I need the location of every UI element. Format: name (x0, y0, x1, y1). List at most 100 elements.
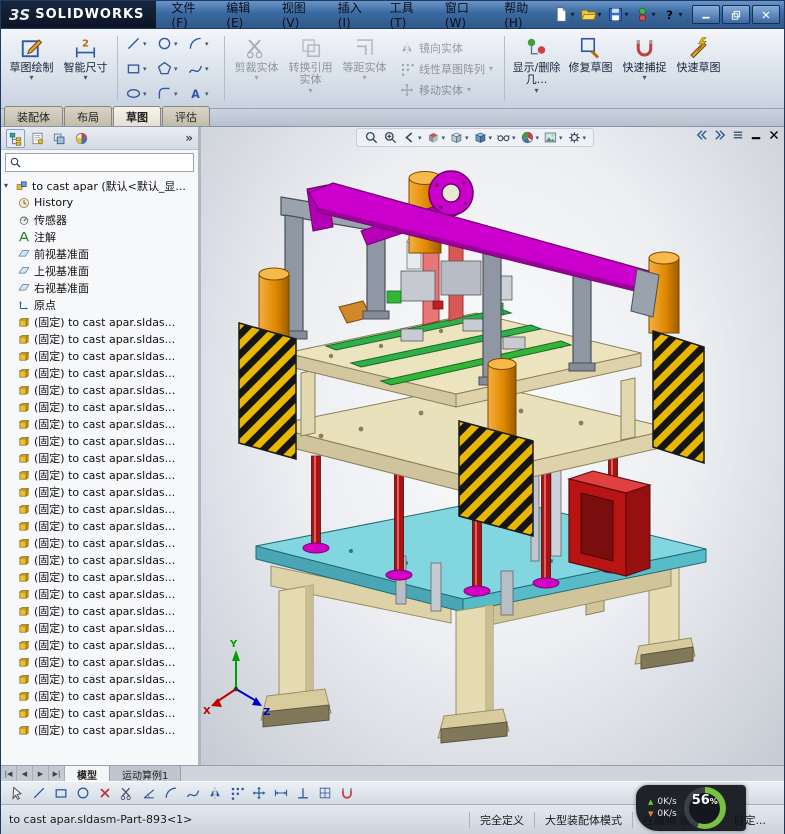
tree-item-fixed-component[interactable]: (固定) to cast apar.sldas... (4, 721, 198, 738)
tree-item-fixed-component[interactable]: (固定) to cast apar.sldas... (4, 619, 198, 636)
pane-menu-button[interactable] (731, 128, 745, 142)
move-entities-button[interactable]: 移动实体 ▾ (399, 82, 493, 98)
tree-item-fixed-component[interactable]: (固定) to cast apar.sldas... (4, 517, 198, 534)
trim-tool-button[interactable] (119, 785, 135, 801)
menu-item-4[interactable]: 插入(I) (329, 0, 381, 34)
tab-scroll-3[interactable]: ▶ (33, 766, 49, 781)
close-button[interactable] (752, 5, 780, 24)
display-delete-relations-button[interactable]: 显示/删除几... ▾ (510, 31, 563, 106)
edit-appearance-button[interactable]: ▾ (520, 130, 539, 145)
move-tool-button[interactable] (251, 785, 267, 801)
smart-dimension-button[interactable]: 智能尺寸 ▾ (59, 31, 112, 106)
restore-button[interactable] (722, 5, 750, 24)
tab-layout[interactable]: 布局 (64, 106, 112, 126)
tab-evaluate[interactable]: 评估 (162, 106, 210, 126)
configurationmanager-tab[interactable] (50, 129, 69, 148)
hide-show-items-button[interactable]: ▾ (496, 130, 516, 145)
assembly-model[interactable]: Y X Z (201, 141, 784, 765)
help-button[interactable]: ▾ (660, 4, 684, 26)
relation-tool-button[interactable] (295, 785, 311, 801)
sketch-arc-tool-button[interactable] (163, 785, 179, 801)
tree-item-fixed-component[interactable]: (固定) to cast apar.sldas... (4, 551, 198, 568)
zoom-area-button[interactable] (383, 130, 398, 145)
pane-next-button[interactable] (713, 128, 727, 142)
tree-item-fixed-component[interactable]: (固定) to cast apar.sldas... (4, 398, 198, 415)
arc-tool[interactable]: ▾ (187, 31, 217, 56)
tree-item-fixed-component[interactable]: (固定) to cast apar.sldas... (4, 653, 198, 670)
tree-item-fixed-component[interactable]: (固定) to cast apar.sldas... (4, 585, 198, 602)
grid-tool-button[interactable] (317, 785, 333, 801)
save-button[interactable]: ▾ (606, 4, 630, 26)
view-settings-button[interactable]: ▾ (567, 130, 586, 145)
view-orientation-button[interactable]: ▾ (449, 130, 468, 145)
dimension-tool-button[interactable] (273, 785, 289, 801)
section-view-button[interactable]: ▾ (425, 130, 445, 145)
menu-item-1[interactable]: 文件(F) (162, 0, 217, 34)
tree-item-fixed-component[interactable]: (固定) to cast apar.sldas... (4, 704, 198, 721)
previous-view-button[interactable]: ▾ (402, 130, 421, 145)
trim-entities-button[interactable]: 剪裁实体 ▾ (230, 31, 283, 106)
sketch-line-tool-button[interactable] (31, 785, 47, 801)
tree-item-right-plane[interactable]: 右视基准面 (4, 279, 198, 296)
pattern-tool-button[interactable] (229, 785, 245, 801)
tree-item-fixed-component[interactable]: (固定) to cast apar.sldas... (4, 330, 198, 347)
propertymanager-tab[interactable] (28, 129, 47, 148)
tree-item-fixed-component[interactable]: (固定) to cast apar.sldas... (4, 687, 198, 704)
net-speed-gauge-overlay[interactable]: ▲ 0K/s ▼ 0K/s 56 % (636, 785, 746, 831)
tree-item-fixed-component[interactable]: (固定) to cast apar.sldas... (4, 500, 198, 517)
tree-item-fixed-component[interactable]: (固定) to cast apar.sldas... (4, 449, 198, 466)
tree-item-top-plane[interactable]: 上视基准面 (4, 262, 198, 279)
menu-item-3[interactable]: 视图(V) (273, 0, 329, 34)
open-button[interactable]: ▾ (579, 4, 603, 26)
panel-overflow-chevron[interactable]: » (185, 131, 193, 145)
rebuild-button[interactable]: ▾ (633, 4, 657, 26)
tab-assembly[interactable]: 装配体 (4, 106, 63, 126)
tab-sketch[interactable]: 草图 (113, 106, 161, 126)
tree-item-fixed-component[interactable]: (固定) to cast apar.sldas... (4, 415, 198, 432)
text-tool[interactable]: ▾ (187, 81, 217, 106)
tree-item-origin[interactable]: 原点 (4, 296, 198, 313)
sketch-button[interactable]: 草图绘制 ▾ (5, 31, 58, 106)
tree-item-sensors[interactable]: 传感器 (4, 211, 198, 228)
tree-item-fixed-component[interactable]: (固定) to cast apar.sldas... (4, 602, 198, 619)
menu-item-7[interactable]: 帮助(H) (495, 0, 552, 34)
pane-previous-button[interactable] (695, 128, 709, 142)
erase-tool-button[interactable] (97, 785, 113, 801)
linear-sketch-pattern-button[interactable]: 线性草图阵列 ▾ (399, 61, 493, 77)
tree-item-history[interactable]: History (4, 194, 198, 211)
tree-item-fixed-component[interactable]: (固定) to cast apar.sldas... (4, 636, 198, 653)
snap-tool-button[interactable] (339, 785, 355, 801)
apply-scene-button[interactable]: ▾ (543, 130, 563, 145)
tab-scroll-4[interactable]: ▶| (49, 766, 65, 781)
tab-motion-study-1[interactable]: 运动算例1 (110, 766, 182, 782)
new-document-button[interactable]: ▾ (552, 4, 576, 26)
graphics-viewport[interactable]: ▾ ▾ ▾ ▾ ▾ ▾ ▾ ▾ Y X Z (201, 127, 784, 765)
tree-root-assembly[interactable]: ▾ to cast apar (默认<默认_显... (4, 177, 198, 194)
rectangle-tool[interactable]: ▾ (125, 56, 155, 81)
select-tool-button[interactable] (9, 785, 25, 801)
mirror-entities-button[interactable]: 镜向实体 (399, 40, 493, 56)
circle-tool[interactable]: ▾ (156, 31, 186, 56)
zoom-fit-button[interactable] (364, 130, 379, 145)
tree-item-fixed-component[interactable]: (固定) to cast apar.sldas... (4, 483, 198, 500)
repair-sketch-button[interactable]: 修复草图 (564, 31, 617, 106)
display-style-button[interactable]: ▾ (472, 130, 492, 145)
mirror-tool-button[interactable] (207, 785, 223, 801)
menu-item-5[interactable]: 工具(T) (381, 0, 436, 34)
tree-item-fixed-component[interactable]: (固定) to cast apar.sldas... (4, 466, 198, 483)
tree-item-fixed-component[interactable]: (固定) to cast apar.sldas... (4, 364, 198, 381)
tree-item-fixed-component[interactable]: (固定) to cast apar.sldas... (4, 347, 198, 364)
tab-scroll-2[interactable]: ◀ (17, 766, 33, 781)
sketch-rectangle-tool-button[interactable] (53, 785, 69, 801)
rapid-sketch-button[interactable]: 快速草图 (672, 31, 725, 106)
ellipse-tool[interactable]: ▾ (125, 81, 155, 106)
convert-entities-button[interactable]: 转换引用实体 ▾ (284, 31, 337, 106)
tab-scroll-1[interactable]: |◀ (1, 766, 17, 781)
tree-item-fixed-component[interactable]: (固定) to cast apar.sldas... (4, 670, 198, 687)
angle-tool-button[interactable] (141, 785, 157, 801)
spline-tool[interactable]: ▾ (187, 56, 217, 81)
collapse-caret-icon[interactable]: ▾ (4, 181, 12, 190)
tree-item-fixed-component[interactable]: (固定) to cast apar.sldas... (4, 432, 198, 449)
fillet-tool[interactable]: ▾ (156, 81, 186, 106)
line-tool[interactable]: ▾ (125, 31, 155, 56)
